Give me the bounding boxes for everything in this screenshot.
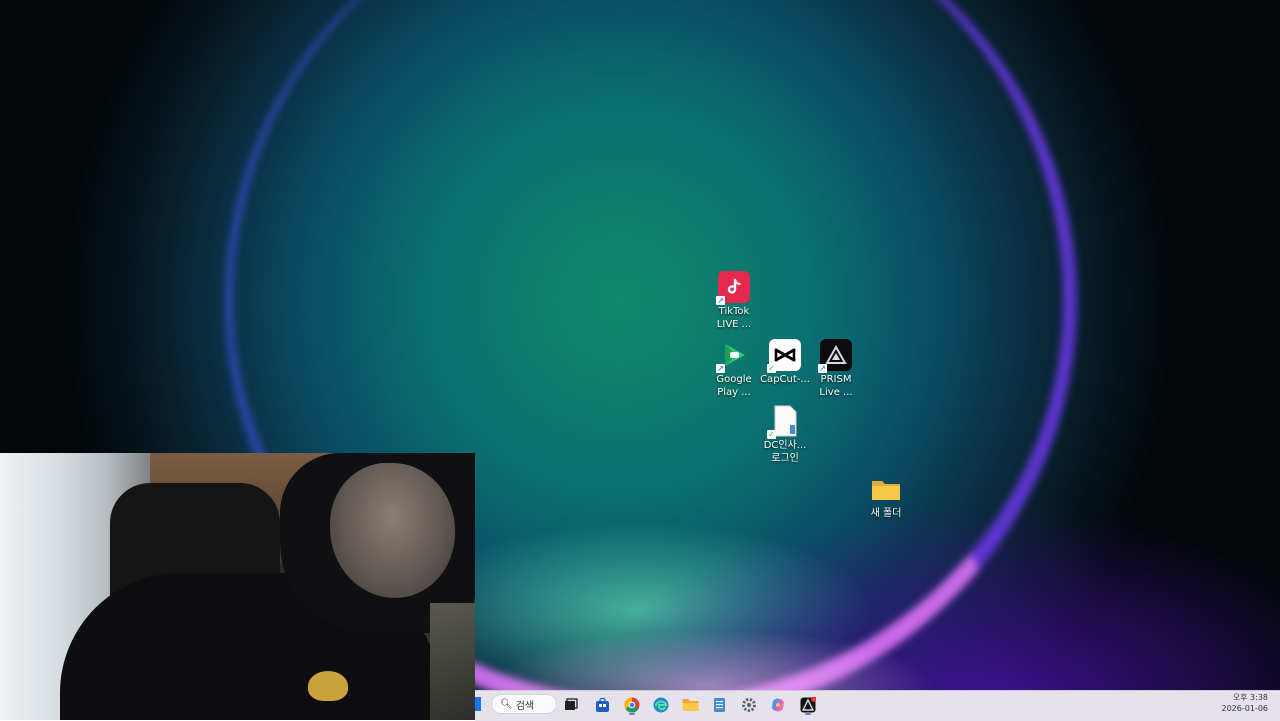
tiktok-live-icon: ↗ bbox=[716, 271, 750, 305]
desktop-icon-capcut[interactable]: ✓ CapCut-... bbox=[756, 339, 814, 386]
start-button[interactable] bbox=[475, 697, 481, 711]
shortcut-arrow-icon: ↗ bbox=[716, 296, 725, 305]
microsoft-store-icon[interactable] bbox=[591, 694, 613, 716]
google-play-games-icon: ↗ bbox=[716, 339, 750, 373]
search-label: 검색 bbox=[515, 700, 535, 712]
desktop-icon-label: Live ... bbox=[819, 387, 853, 398]
desktop-icon-tiktok-live[interactable]: ↗ TikTok LIVE ... bbox=[705, 271, 763, 331]
desktop-icon-new-folder[interactable]: 새 폴더 bbox=[857, 473, 915, 520]
running-indicator bbox=[805, 713, 811, 715]
desktop-icon-prism-live[interactable]: ↗ PRISM Live ... bbox=[807, 339, 865, 399]
sync-check-icon: ✓ bbox=[767, 430, 776, 439]
desktop-icon-label: CapCut-... bbox=[760, 374, 810, 385]
clock-date: 2026-01-06 bbox=[1221, 704, 1269, 713]
desktop-icon-label: TikTok bbox=[718, 306, 750, 317]
webcam-face bbox=[330, 463, 455, 598]
sync-check-icon: ✓ bbox=[767, 364, 776, 373]
shortcut-arrow-icon: ↗ bbox=[818, 364, 827, 373]
shortcut-arrow-icon: ↗ bbox=[716, 364, 725, 373]
desktop-icon-dc-login-text[interactable]: ✓ DC인사... 로그인 bbox=[756, 405, 814, 465]
desktop-icon-label: Google bbox=[716, 374, 752, 385]
edge-icon[interactable] bbox=[650, 694, 672, 716]
copilot-icon[interactable] bbox=[767, 694, 789, 716]
prism-live-taskbar-icon[interactable] bbox=[797, 694, 819, 716]
desktop-icon-label: PRISM bbox=[820, 374, 852, 385]
webcam-shirt-logo bbox=[308, 671, 348, 701]
settings-gear-icon[interactable] bbox=[738, 694, 760, 716]
capcut-icon: ✓ bbox=[767, 339, 801, 373]
desktop-icon-label: 로그인 bbox=[771, 453, 799, 464]
chrome-icon[interactable] bbox=[621, 694, 643, 716]
desktop-icon-label: 새 폴더 bbox=[870, 508, 902, 519]
clock-time: 오후 3:38 bbox=[1232, 693, 1268, 702]
notepad-icon[interactable] bbox=[708, 694, 730, 716]
task-view-icon[interactable] bbox=[560, 694, 582, 716]
file-explorer-icon[interactable] bbox=[679, 694, 701, 716]
desktop-icon-label: DC인사... bbox=[763, 440, 807, 451]
webcam-bed bbox=[430, 603, 475, 720]
desktop-icon-label: LIVE ... bbox=[716, 319, 752, 330]
desktop-icon-label: Play ... bbox=[717, 387, 751, 398]
folder-icon bbox=[870, 473, 902, 505]
system-clock[interactable]: 오후 3:38 2026-01-06 bbox=[1222, 692, 1269, 714]
prism-live-icon: ↗ bbox=[818, 339, 852, 373]
text-file-icon: ✓ bbox=[767, 405, 801, 439]
search-icon: 🔍︎ bbox=[500, 698, 513, 710]
wallpaper-bottom-glow bbox=[430, 560, 990, 690]
desktop-icon-google-play-games[interactable]: ↗ Google Play ... bbox=[705, 339, 763, 399]
taskbar-search[interactable]: 🔍︎ 검색 bbox=[491, 694, 557, 714]
running-indicator bbox=[629, 713, 635, 715]
webcam-overlay bbox=[0, 453, 475, 720]
